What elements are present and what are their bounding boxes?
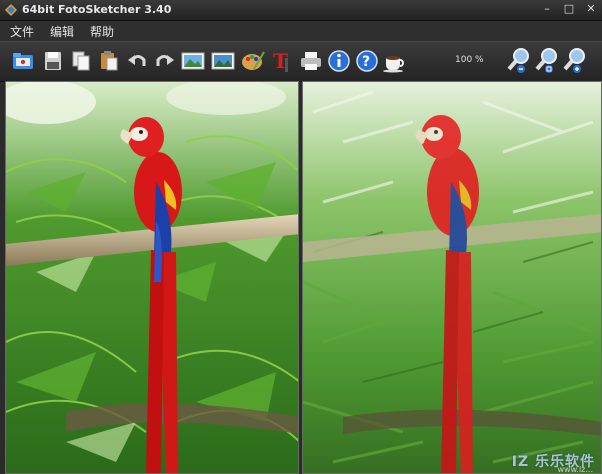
menu-help[interactable]: 帮助: [88, 23, 116, 40]
result-image-button[interactable]: [210, 46, 236, 76]
save-button[interactable]: [40, 46, 66, 76]
painted-result: [303, 82, 602, 474]
copy-button[interactable]: [68, 46, 94, 76]
paste-icon: [98, 49, 120, 73]
paste-button[interactable]: [96, 46, 122, 76]
coffee-icon: [382, 49, 408, 73]
info-icon: [327, 49, 351, 73]
watermark-subtext: www.lz...: [558, 465, 594, 474]
print-button[interactable]: [298, 46, 324, 76]
original-image-panel[interactable]: [5, 81, 299, 474]
window-title: 64bit FotoSketcher 3.40: [22, 0, 171, 20]
zoom-out-button[interactable]: [506, 46, 532, 76]
app-window: 64bit FotoSketcher 3.40 – □ ✕ 文件 编辑 帮助: [0, 0, 602, 474]
title-bar: 64bit FotoSketcher 3.40 – □ ✕: [0, 0, 602, 21]
window-controls: – □ ✕: [540, 2, 598, 18]
save-icon: [42, 49, 64, 73]
zoom-fit-icon: [534, 47, 560, 75]
app-logo-icon: [4, 3, 18, 17]
undo-button[interactable]: [124, 46, 150, 76]
zoom-in-button[interactable]: [562, 46, 588, 76]
help-button[interactable]: ?: [354, 46, 380, 76]
menu-edit[interactable]: 编辑: [48, 23, 76, 40]
close-button[interactable]: ✕: [584, 2, 598, 16]
palette-button[interactable]: [240, 46, 266, 76]
svg-text:?: ?: [362, 54, 370, 70]
source-image-button[interactable]: [180, 46, 206, 76]
original-photo: [6, 82, 299, 474]
text-icon: T: [270, 48, 292, 74]
info-button[interactable]: [326, 46, 352, 76]
open-button[interactable]: [10, 46, 36, 76]
zoom-in-icon: [562, 47, 588, 75]
donate-button[interactable]: [382, 46, 408, 76]
undo-icon: [126, 49, 148, 73]
text-button[interactable]: T: [268, 46, 294, 76]
copy-icon: [70, 49, 92, 73]
result-image-panel[interactable]: IZ 乐乐软件 www.lz...: [302, 81, 602, 474]
zoom-out-icon: [506, 47, 532, 75]
menu-file[interactable]: 文件: [8, 23, 36, 40]
palette-icon: [240, 49, 266, 73]
redo-icon: [154, 49, 176, 73]
help-icon: ?: [355, 49, 379, 73]
toolbar: T ?: [0, 41, 602, 82]
zoom-fit-button[interactable]: [534, 46, 560, 76]
zoom-level-label: 100 %: [455, 55, 484, 65]
result-image-icon: [210, 49, 236, 73]
print-icon: [299, 49, 323, 73]
menu-bar: 文件 编辑 帮助: [0, 21, 602, 41]
minimize-button[interactable]: –: [540, 2, 554, 16]
redo-button[interactable]: [152, 46, 178, 76]
open-folder-icon: [11, 49, 35, 73]
maximize-button[interactable]: □: [562, 2, 576, 16]
source-image-icon: [180, 49, 206, 73]
